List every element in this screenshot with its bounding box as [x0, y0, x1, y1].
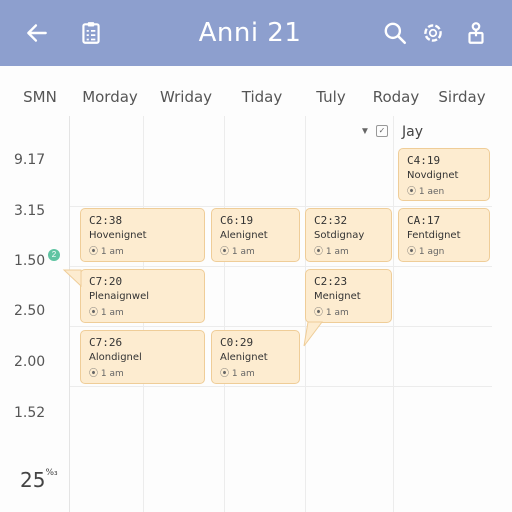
day-label[interactable]: Wriday	[146, 88, 226, 106]
column-header: ▼ ✓ Jay	[356, 124, 496, 142]
grid-divider	[224, 116, 225, 512]
event-meta: ⦿ 1 am	[220, 247, 255, 257]
share-icon	[468, 22, 484, 44]
event-card[interactable]: C2:32 Sotdignay ⦿ 1 am	[305, 208, 392, 262]
event-time: C2:32	[314, 214, 348, 227]
grid-divider	[393, 116, 394, 512]
column-header-label: Jay	[402, 124, 423, 140]
gear-icon	[424, 24, 442, 42]
notes-button[interactable]	[75, 17, 107, 49]
edit-icon[interactable]: ✓	[376, 125, 388, 137]
event-card[interactable]: C7:26 Alondignel ⦿ 1 am	[80, 330, 205, 384]
time-label: 2.50	[14, 303, 46, 319]
event-meta: ⦿ 1 am	[314, 247, 349, 257]
day-header-row: SMN Morday Wriday Tiday Tuly Roday Sirda…	[0, 66, 512, 116]
event-title: Hovenignet	[89, 230, 147, 241]
event-meta: ⦿ 1 am	[314, 308, 349, 318]
event-meta: ⦿ 1 am	[89, 369, 124, 379]
event-pointer	[62, 269, 82, 288]
event-title: Alenignet	[220, 230, 268, 241]
event-title: Alenignet	[220, 352, 268, 363]
event-card[interactable]: C6:19 Alenignet ⦿ 1 am	[211, 208, 300, 262]
arrow-left-icon	[27, 24, 47, 42]
event-title: Menignet	[314, 291, 361, 302]
event-time: C0:29	[220, 336, 254, 349]
event-time: C2:38	[89, 214, 123, 227]
time-label: 3.15	[14, 203, 46, 219]
page-title: Anni 21	[198, 18, 302, 48]
grid-divider	[70, 326, 492, 327]
time-label: 2.00	[14, 354, 46, 370]
chevron-down-icon[interactable]: ▼	[360, 126, 370, 137]
event-card[interactable]: CA:17 Fentdignet ⦿ 1 agn	[398, 208, 490, 262]
clipboard-icon	[82, 22, 100, 44]
back-button[interactable]	[21, 17, 53, 49]
event-title: Sotdignay	[314, 230, 365, 241]
day-label[interactable]: Sirday	[422, 88, 502, 106]
event-time: CA:17	[407, 214, 441, 227]
event-meta: ⦿ 1 am	[89, 247, 124, 257]
event-time: C4:19	[407, 154, 441, 167]
event-meta: ⦿ 1 aen	[407, 187, 445, 197]
event-pointer	[303, 321, 323, 347]
event-title: Novdignet	[407, 170, 459, 181]
settings-button[interactable]	[417, 17, 449, 49]
day-label: SMN	[23, 88, 57, 106]
share-button[interactable]	[460, 17, 492, 49]
current-time-indicator: 2	[48, 249, 60, 261]
time-label: 1.52	[14, 405, 46, 421]
event-time: C6:19	[220, 214, 254, 227]
event-meta: ⦿ 1 am	[220, 369, 255, 379]
zoom-unit: %₃	[45, 468, 58, 478]
event-time: C7:26	[89, 336, 123, 349]
event-time: C2:23	[314, 275, 348, 288]
day-label[interactable]: Morday	[70, 88, 150, 106]
app-header: Anni 21	[0, 0, 512, 66]
event-card[interactable]: C4:19 Novdignet ⦿ 1 aen	[398, 148, 490, 201]
day-label[interactable]: Tiday	[222, 88, 302, 106]
zoom-readout: 25%₃	[20, 468, 58, 492]
zoom-value: 25	[20, 468, 46, 492]
search-icon	[384, 22, 407, 45]
search-button[interactable]	[379, 17, 411, 49]
event-title: Fentdignet	[407, 230, 461, 241]
event-title: Alondignel	[89, 352, 142, 363]
event-card[interactable]: C2:23 Menignet ⦿ 1 am	[305, 269, 392, 323]
event-time: C7:20	[89, 275, 123, 288]
event-card[interactable]: C2:38 Hovenignet ⦿ 1 am	[80, 208, 205, 262]
grid-divider	[70, 206, 492, 207]
event-title: Plenaignwel	[89, 291, 149, 302]
event-card[interactable]: C7:20 Plenaignwel ⦿ 1 am	[80, 269, 205, 323]
time-label: 9.17	[14, 152, 46, 168]
grid-divider	[70, 386, 492, 387]
event-meta: ⦿ 1 am	[89, 308, 124, 318]
grid-divider	[70, 266, 492, 267]
event-card[interactable]: C0:29 Alenignet ⦿ 1 am	[211, 330, 300, 384]
event-meta: ⦿ 1 agn	[407, 247, 445, 257]
